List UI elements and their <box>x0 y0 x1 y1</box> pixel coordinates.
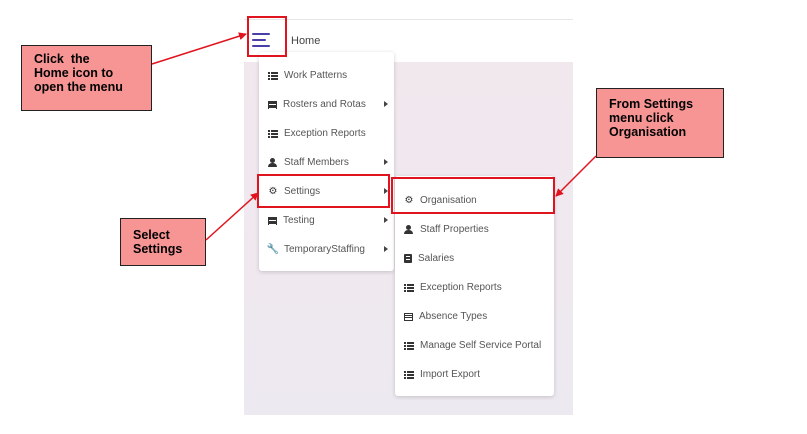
menu-item-testing[interactable]: Testing <box>259 206 394 235</box>
highlight-home-icon <box>247 16 287 57</box>
menu-item-label: TemporaryStaffing <box>284 244 365 255</box>
submenu-item-label: Staff Properties <box>420 224 489 235</box>
wrench-icon: 🔧 <box>266 243 280 255</box>
submenu-item-label: Absence Types <box>419 311 488 322</box>
menu-item-label: Exception Reports <box>284 128 366 139</box>
list-icon <box>404 370 414 380</box>
menu-item-work-patterns[interactable]: Work Patterns <box>259 61 394 90</box>
callout-line: menu click <box>609 111 674 125</box>
calendar-icon <box>268 216 277 225</box>
callout-line: open the menu <box>34 80 123 94</box>
submenu-item-label: Salaries <box>418 253 455 264</box>
callout-line: Home icon to <box>34 66 114 80</box>
list-icon <box>404 341 414 351</box>
submenu-item-manage-self-service-portal[interactable]: Manage Self Service Portal <box>395 331 554 360</box>
topbar-divider <box>244 19 573 20</box>
menu-item-label: Testing <box>283 215 315 226</box>
user-icon <box>404 224 414 235</box>
callout-line: Select <box>133 228 170 242</box>
callout-settings: Select Settings <box>120 218 206 266</box>
menu-item-temporary-staffing[interactable]: 🔧 TemporaryStaffing <box>259 235 394 264</box>
arrow-to-home <box>151 32 247 65</box>
highlight-organisation <box>391 177 555 214</box>
menu-item-exception-reports[interactable]: Exception Reports <box>259 119 394 148</box>
menu-item-label: Work Patterns <box>284 70 348 81</box>
menu-item-label: Staff Members <box>284 157 349 168</box>
menu-item-label: Rosters and Rotas <box>283 99 366 110</box>
submenu-item-label: Exception Reports <box>420 282 502 293</box>
callout-line: From Settings <box>609 97 694 111</box>
callout-organisation: From Settings menu click Organisation <box>596 88 724 158</box>
submenu-item-label: Import Export <box>420 369 481 380</box>
callout-home: Click the Home icon to open the menu <box>21 45 152 111</box>
list-icon <box>404 283 414 293</box>
calculator-icon <box>404 254 412 263</box>
submenu-item-label: Manage Self Service Portal <box>420 340 542 351</box>
table-icon <box>404 312 413 321</box>
list-icon <box>268 129 278 139</box>
main-menu: Work Patterns Rosters and Rotas Exceptio… <box>259 52 394 271</box>
submenu-item-exception-reports[interactable]: Exception Reports <box>395 273 554 302</box>
submenu-item-import-export[interactable]: Import Export <box>395 360 554 389</box>
calendar-icon <box>268 100 277 109</box>
submenu-arrow-icon <box>384 217 388 223</box>
submenu-arrow-icon <box>384 246 388 252</box>
submenu-item-salaries[interactable]: Salaries <box>395 244 554 273</box>
submenu-arrow-icon <box>384 159 388 165</box>
list-icon <box>268 71 278 81</box>
menu-item-staff-members[interactable]: Staff Members <box>259 148 394 177</box>
submenu-arrow-icon <box>384 101 388 107</box>
menu-item-rosters-and-rotas[interactable]: Rosters and Rotas <box>259 90 394 119</box>
submenu-item-staff-properties[interactable]: Staff Properties <box>395 215 554 244</box>
callout-line: Organisation <box>609 125 687 139</box>
submenu-item-absence-types[interactable]: Absence Types <box>395 302 554 331</box>
callout-line: Settings <box>133 242 183 256</box>
highlight-settings <box>257 174 390 208</box>
user-icon <box>268 157 278 168</box>
home-breadcrumb[interactable]: Home <box>291 35 320 47</box>
callout-line: Click the <box>34 52 90 66</box>
